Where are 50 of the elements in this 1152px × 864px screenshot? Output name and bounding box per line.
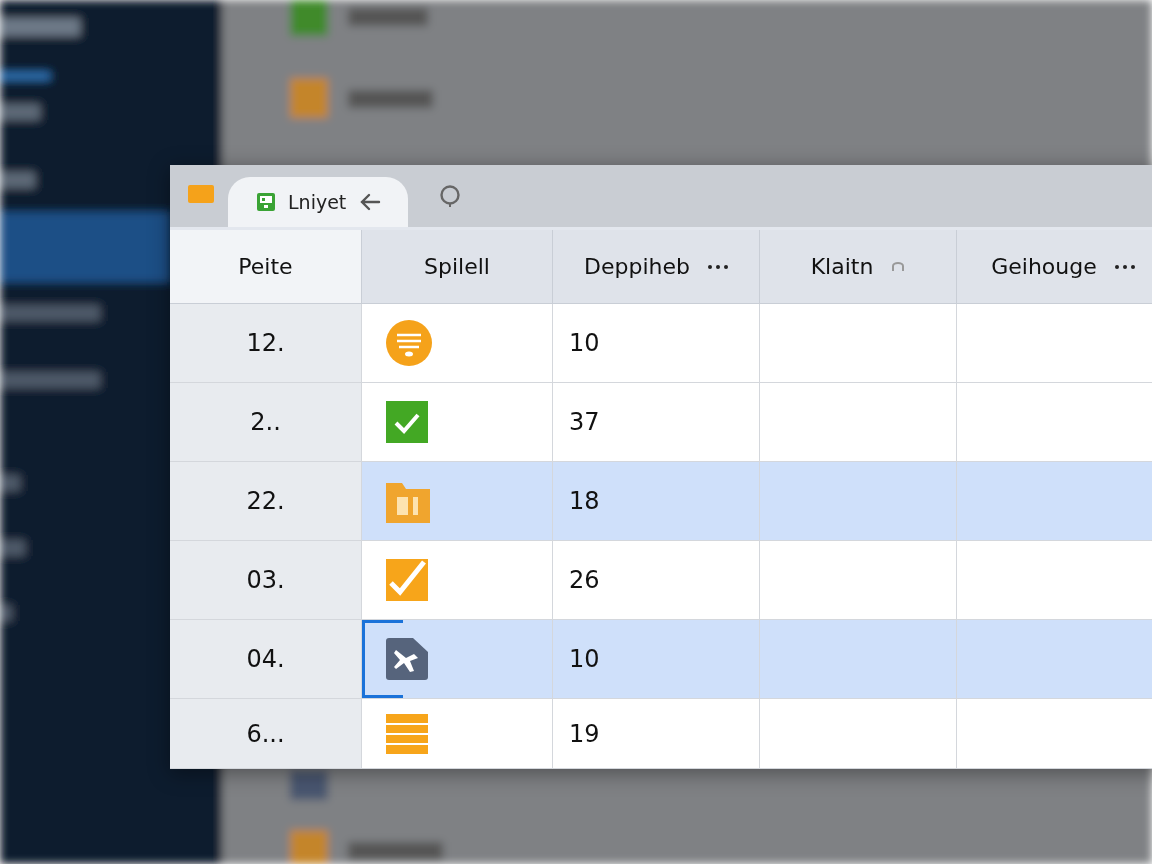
row-number-cell: 2.. <box>170 383 362 462</box>
column-header[interactable]: Spilell <box>362 230 553 304</box>
blurred-list-icon <box>290 78 328 118</box>
checkbox-icon <box>386 401 428 443</box>
blurred-sidebar-item <box>0 475 20 491</box>
row-number-cell: 22. <box>170 462 362 541</box>
plane-tag-icon <box>386 638 428 680</box>
more-icon[interactable] <box>708 264 728 269</box>
table-cell: 10 <box>553 304 760 383</box>
row-number-cell: 6... <box>170 699 362 769</box>
tab[interactable]: Lniyet <box>228 177 409 227</box>
table-cell[interactable] <box>362 699 553 769</box>
column-header[interactable]: Klaitn <box>760 230 957 304</box>
more-icon[interactable] <box>1114 264 1135 269</box>
column-header[interactable]: Peite <box>170 230 362 304</box>
lines-icon <box>386 713 428 754</box>
blurred-sidebar-item <box>0 172 35 188</box>
list-circle-icon <box>386 320 432 366</box>
table-cell: 19 <box>553 699 760 769</box>
table-cell: 26 <box>553 541 760 620</box>
column-title: Spilell <box>424 254 490 279</box>
blurred-sidebar-item <box>0 104 40 120</box>
back-arrow-icon[interactable] <box>358 192 383 212</box>
column-header[interactable]: Geihouge <box>957 230 1152 304</box>
table-cell[interactable] <box>362 620 553 699</box>
row-number-cell: 03. <box>170 541 362 620</box>
checkbox-icon <box>386 559 428 601</box>
blurred-list-icon <box>290 830 328 864</box>
column-title: Geihouge <box>991 254 1097 279</box>
column-title: Klaitn <box>810 254 874 279</box>
row-number-cell: 12. <box>170 304 362 383</box>
search-icon[interactable] <box>438 184 463 208</box>
table-cell: 10 <box>553 620 760 699</box>
column-header[interactable]: Deppiheb <box>553 230 760 304</box>
table-cell[interactable] <box>362 383 553 462</box>
row-number-cell: 04. <box>170 620 362 699</box>
column-title: Peite <box>238 254 293 279</box>
tab-label: Lniyet <box>288 191 347 213</box>
table-cell[interactable] <box>362 304 553 383</box>
sheet-icon <box>256 192 276 212</box>
column-title: Deppiheb <box>584 254 690 279</box>
sort-icon[interactable] <box>891 261 906 272</box>
table-cell: 18 <box>553 462 760 541</box>
blurred-list-icon <box>290 770 328 800</box>
table-cell[interactable] <box>362 541 553 620</box>
blurred-sidebar-item <box>0 605 12 621</box>
table-cell[interactable] <box>362 462 553 541</box>
blurred-sidebar-item <box>0 540 25 556</box>
table-cell: 37 <box>553 383 760 462</box>
blurred-list-icon <box>290 0 328 36</box>
